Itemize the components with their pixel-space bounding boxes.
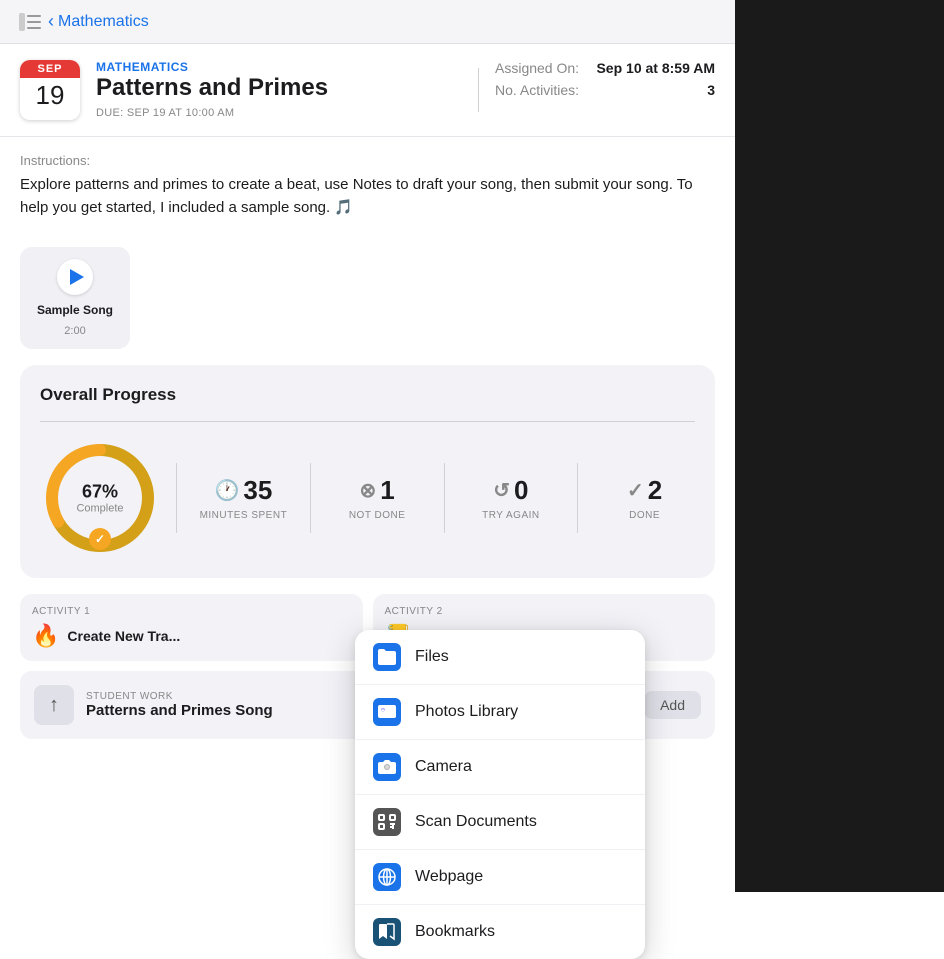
donut-chart: 67% Complete ✓ <box>40 438 160 558</box>
assigned-on-value: Sep 10 at 8:59 AM <box>596 60 715 76</box>
minutes-label: MINUTES SPENT <box>200 510 288 521</box>
song-title: Sample Song <box>37 303 113 317</box>
not-done-icon: ⊗ <box>360 478 377 503</box>
done-check-icon: ✓ <box>627 478 644 503</box>
files-label: Files <box>415 648 449 666</box>
no-activities-label: No. Activities: <box>495 82 579 98</box>
play-button[interactable] <box>57 259 93 295</box>
donut-check-icon: ✓ <box>89 528 111 550</box>
upload-icon: ↑ <box>49 694 59 717</box>
bookmarks-icon <box>373 918 401 946</box>
activity-2-label: ACTIVITY 2 <box>385 606 704 617</box>
not-done-value: 1 <box>380 475 394 506</box>
stat-not-done: ⊗ 1 NOT DONE <box>327 475 428 521</box>
no-activities-value: 3 <box>707 82 715 98</box>
stat-try-again: ↺ 0 TRY AGAIN <box>461 475 562 521</box>
try-again-icon: ↺ <box>493 478 510 503</box>
menu-item-camera[interactable]: Camera <box>355 740 645 795</box>
folder-icon <box>373 643 401 671</box>
activity-1-title: Create New Tra... <box>67 628 180 644</box>
menu-item-scan[interactable]: Scan Documents <box>355 795 645 850</box>
progress-stats: 67% Complete ✓ 🕐 35 MINUTES SPENT <box>40 438 695 558</box>
globe-icon <box>373 863 401 891</box>
assigned-on-row: Assigned On: Sep 10 at 8:59 AM <box>495 60 715 76</box>
assignment-subject: MATHEMATICS <box>96 60 462 74</box>
assignment-due: DUE: SEP 19 AT 10:00 AM <box>96 107 462 119</box>
activity-1-icon: 🔥 <box>32 623 59 649</box>
header-divider <box>478 68 479 112</box>
menu-item-files[interactable]: Files <box>355 630 645 685</box>
stat-minutes: 🕐 35 MINUTES SPENT <box>193 475 294 521</box>
instructions-text: Explore patterns and primes to create a … <box>20 174 715 219</box>
instructions-label: Instructions: <box>20 153 715 168</box>
work-icon: ↑ <box>34 685 74 725</box>
photos-icon <box>373 698 401 726</box>
donut-center: 67% Complete <box>76 482 123 515</box>
assignment-header: SEP 19 MATHEMATICS Patterns and Primes D… <box>0 44 735 137</box>
progress-section: Overall Progress 67% Complete <box>20 365 715 578</box>
assignment-title: Patterns and Primes <box>96 74 462 103</box>
progress-divider <box>40 421 695 422</box>
webpage-label: Webpage <box>415 868 483 886</box>
try-again-label: TRY AGAIN <box>482 510 539 521</box>
song-duration: 2:00 <box>64 325 85 337</box>
sample-song-card[interactable]: Sample Song 2:00 <box>20 247 130 349</box>
back-label: Mathematics <box>58 13 149 31</box>
camera-label: Camera <box>415 758 472 776</box>
dropdown-menu: Files Photos Library Camera <box>355 630 645 959</box>
back-chevron-icon: ‹ <box>48 11 54 32</box>
calendar-icon: SEP 19 <box>20 60 80 120</box>
camera-icon <box>373 753 401 781</box>
bookmarks-label: Bookmarks <box>415 923 495 941</box>
assigned-on-label: Assigned On: <box>495 60 579 76</box>
photos-label: Photos Library <box>415 703 518 721</box>
donut-percent: 67% <box>76 482 123 503</box>
assignment-meta: Assigned On: Sep 10 at 8:59 AM No. Activ… <box>495 60 715 120</box>
done-label: DONE <box>629 510 660 521</box>
instructions-section: Instructions: Explore patterns and prime… <box>0 137 735 235</box>
stat-divider-1 <box>176 463 177 533</box>
calendar-month: SEP <box>20 60 80 78</box>
activity-card-1[interactable]: ACTIVITY 1 🔥 Create New Tra... <box>20 594 363 661</box>
progress-title: Overall Progress <box>40 385 695 405</box>
menu-item-photos[interactable]: Photos Library <box>355 685 645 740</box>
right-panel <box>735 0 944 892</box>
scan-label: Scan Documents <box>415 813 537 831</box>
stat-done: ✓ 2 DONE <box>594 475 695 521</box>
sidebar-toggle-button[interactable] <box>16 8 44 36</box>
activity-1-content: 🔥 Create New Tra... <box>32 623 351 649</box>
menu-item-bookmarks[interactable]: Bookmarks <box>355 905 645 959</box>
scan-icon <box>373 808 401 836</box>
no-activities-row: No. Activities: 3 <box>495 82 715 98</box>
menu-item-webpage[interactable]: Webpage <box>355 850 645 905</box>
clock-icon: 🕐 <box>214 478 239 503</box>
assignment-info: MATHEMATICS Patterns and Primes DUE: SEP… <box>96 60 462 120</box>
activity-1-label: ACTIVITY 1 <box>32 606 351 617</box>
donut-complete-label: Complete <box>76 503 123 515</box>
minutes-value: 35 <box>243 475 272 506</box>
stat-divider-3 <box>444 463 445 533</box>
try-again-value: 0 <box>514 475 528 506</box>
play-triangle-icon <box>70 269 84 285</box>
calendar-day: 19 <box>20 78 80 113</box>
done-value: 2 <box>648 475 662 506</box>
stat-divider-2 <box>310 463 311 533</box>
add-button[interactable]: Add <box>644 691 701 719</box>
back-button[interactable]: ‹ Mathematics <box>48 11 149 32</box>
not-done-label: NOT DONE <box>349 510 406 521</box>
stat-divider-4 <box>577 463 578 533</box>
